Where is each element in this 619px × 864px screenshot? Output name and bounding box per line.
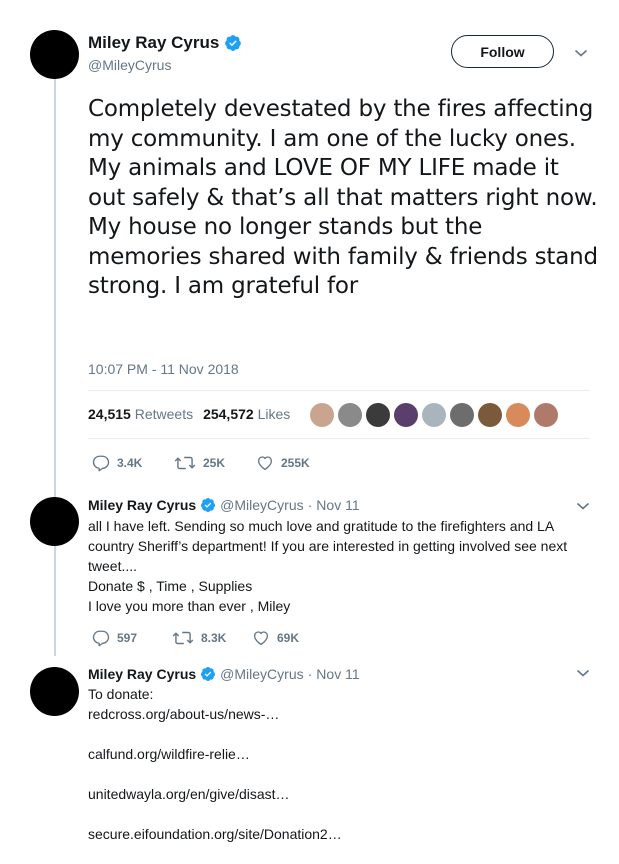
retweet-icon	[174, 456, 196, 470]
donation-link[interactable]: redcross.org/about-us/news-…	[88, 704, 593, 724]
reply-header: Miley Ray Cyrus @MileyCyrus · Nov 11	[88, 666, 360, 682]
donation-links: redcross.org/about-us/news-… calfund.org…	[88, 704, 593, 844]
reply-tweet-text: all I have left. Sending so much love an…	[88, 516, 593, 616]
divider	[88, 438, 590, 439]
reply-text-line: I love you more than ever , Miley	[88, 598, 291, 614]
tweet-actions: 597 8.3K 69K	[92, 629, 332, 647]
retweet-button[interactable]: 8.3K	[172, 629, 252, 647]
reply-icon	[92, 455, 110, 472]
author-handle[interactable]: @MileyCyrus	[88, 57, 242, 74]
reply-text-intro: To donate:	[88, 686, 154, 702]
verified-badge-icon	[201, 498, 216, 512]
retweets-count: 24,515	[88, 406, 131, 422]
retweets-label: Retweets	[134, 406, 194, 422]
reply-icon	[92, 630, 110, 647]
verified-badge-icon	[225, 35, 242, 51]
tweet-actions: 3.4K 25K 255K	[92, 454, 338, 472]
like-button[interactable]: 69K	[252, 629, 332, 647]
liker-avatar[interactable]	[422, 403, 446, 427]
chevron-down-icon[interactable]	[576, 501, 590, 511]
likes-label: Likes	[257, 406, 291, 422]
likes-stat[interactable]: 254,572 Likes	[203, 406, 290, 422]
verified-badge-icon	[201, 667, 216, 681]
retweets-stat[interactable]: 24,515 Retweets	[88, 406, 193, 422]
author-handle[interactable]: @MileyCyrus	[220, 666, 303, 682]
retweet-button[interactable]: 25K	[174, 454, 256, 472]
tweet-text: Completely devestated by the fires affec…	[88, 96, 598, 299]
reply-text-body: all I have left. Sending so much love an…	[88, 518, 568, 574]
liker-avatar[interactable]	[534, 403, 558, 427]
liker-avatars	[310, 403, 558, 427]
author-name-row: Miley Ray Cyrus	[88, 33, 242, 53]
separator-dot: ·	[307, 497, 313, 513]
tweet-date[interactable]: Nov 11	[316, 666, 359, 682]
donation-link[interactable]: secure.eifoundation.org/site/Donation2…	[88, 824, 593, 844]
liker-avatar[interactable]	[310, 403, 334, 427]
divider	[88, 390, 590, 391]
retweet-icon	[172, 631, 194, 645]
reply-count: 597	[117, 631, 138, 645]
reply-tweet-text: To donate: redcross.org/about-us/news-… …	[88, 684, 593, 864]
retweet-count: 8.3K	[201, 631, 227, 645]
avatar[interactable]	[30, 30, 79, 79]
liker-avatar[interactable]	[478, 403, 502, 427]
likes-count: 254,572	[203, 406, 254, 422]
liker-avatar[interactable]	[450, 403, 474, 427]
reply-count: 3.4K	[117, 456, 143, 470]
liker-avatar[interactable]	[506, 403, 530, 427]
liker-avatar[interactable]	[394, 403, 418, 427]
author-handle[interactable]: @MileyCyrus	[220, 497, 303, 513]
like-count: 255K	[281, 456, 310, 470]
reply-text-line: Donate $ , Time , Supplies	[88, 578, 253, 594]
tweet-timestamp[interactable]: 10:07 PM - 11 Nov 2018	[88, 361, 239, 377]
liker-avatar[interactable]	[338, 403, 362, 427]
main-tweet-header: Miley Ray Cyrus @MileyCyrus	[88, 33, 242, 74]
donation-link[interactable]: unitedwayla.org/en/give/disast…	[88, 784, 593, 804]
separator-dot: ·	[307, 666, 313, 682]
chevron-down-icon[interactable]	[576, 668, 590, 678]
author-name[interactable]: Miley Ray Cyrus	[88, 33, 219, 53]
reply-button[interactable]: 597	[92, 629, 172, 647]
donation-link[interactable]: calfund.org/wildfire-relie…	[88, 744, 593, 764]
avatar[interactable]	[30, 497, 79, 546]
follow-button[interactable]: Follow	[451, 35, 554, 68]
retweet-count: 25K	[203, 456, 226, 470]
like-count: 69K	[277, 631, 300, 645]
like-button[interactable]: 255K	[256, 454, 338, 472]
chevron-down-icon[interactable]	[574, 48, 588, 58]
thread-connector-line	[54, 78, 56, 656]
author-name[interactable]: Miley Ray Cyrus	[88, 666, 196, 682]
author-name[interactable]: Miley Ray Cyrus	[88, 497, 196, 513]
avatar[interactable]	[30, 667, 79, 716]
engagement-stats: 24,515 Retweets 254,572 Likes	[88, 406, 290, 422]
tweet-date[interactable]: Nov 11	[316, 497, 359, 513]
reply-button[interactable]: 3.4K	[92, 454, 174, 472]
liker-avatar[interactable]	[366, 403, 390, 427]
heart-icon	[257, 456, 273, 471]
heart-icon	[253, 631, 269, 646]
reply-header: Miley Ray Cyrus @MileyCyrus · Nov 11	[88, 497, 360, 513]
